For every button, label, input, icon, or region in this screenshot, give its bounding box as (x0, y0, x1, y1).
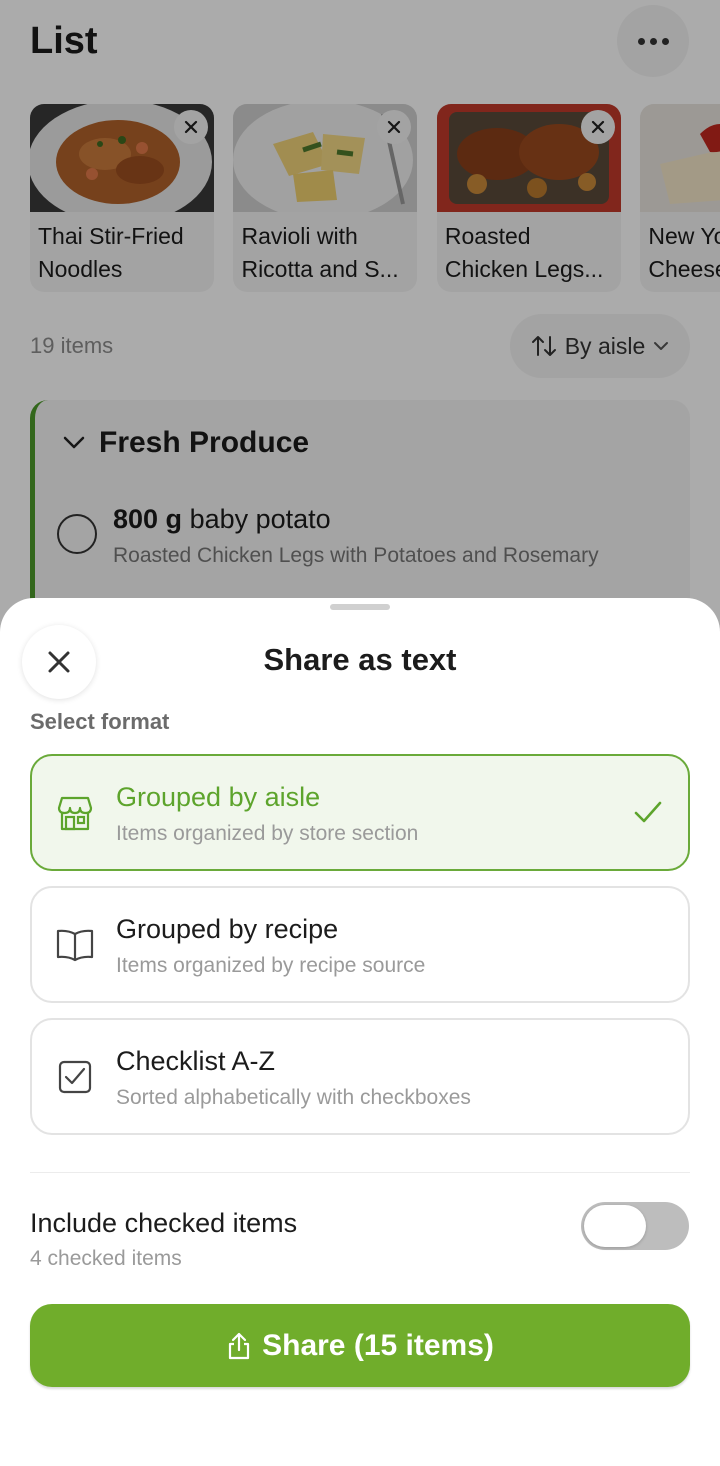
toggle-knob (584, 1205, 646, 1247)
book-icon (56, 929, 94, 962)
share-sheet: Share as text Select format Grouped by a… (0, 598, 720, 1466)
option-subtitle: Items organized by recipe source (116, 954, 426, 977)
format-option-grouped-by-recipe[interactable]: Grouped by recipe Items organized by rec… (30, 886, 690, 1003)
include-checked-toggle[interactable] (581, 1202, 689, 1250)
share-button[interactable]: Share (15 items) (30, 1304, 690, 1387)
checked-count: 4 checked items (30, 1247, 182, 1270)
sheet-title: Share as text (263, 642, 457, 677)
option-title: Grouped by recipe (116, 914, 339, 944)
include-checked-label: Include checked items (30, 1208, 298, 1238)
option-title: Checklist A-Z (116, 1046, 276, 1076)
checkmark-icon (634, 801, 662, 823)
store-icon (57, 796, 93, 831)
format-section-label: Select format (30, 709, 170, 734)
format-option-checklist-az[interactable]: Checklist A-Z Sorted alphabetically with… (30, 1018, 690, 1135)
drag-handle[interactable] (330, 604, 390, 610)
checkbox-icon (58, 1060, 92, 1094)
option-subtitle: Sorted alphabetically with checkboxes (116, 1086, 471, 1109)
format-option-grouped-by-aisle[interactable]: Grouped by aisle Items organized by stor… (30, 754, 690, 871)
option-subtitle: Items organized by store section (116, 822, 419, 845)
divider (30, 1172, 690, 1173)
option-title: Grouped by aisle (116, 782, 321, 812)
share-icon (229, 1332, 250, 1359)
share-button-label: Share (15 items) (262, 1328, 494, 1362)
